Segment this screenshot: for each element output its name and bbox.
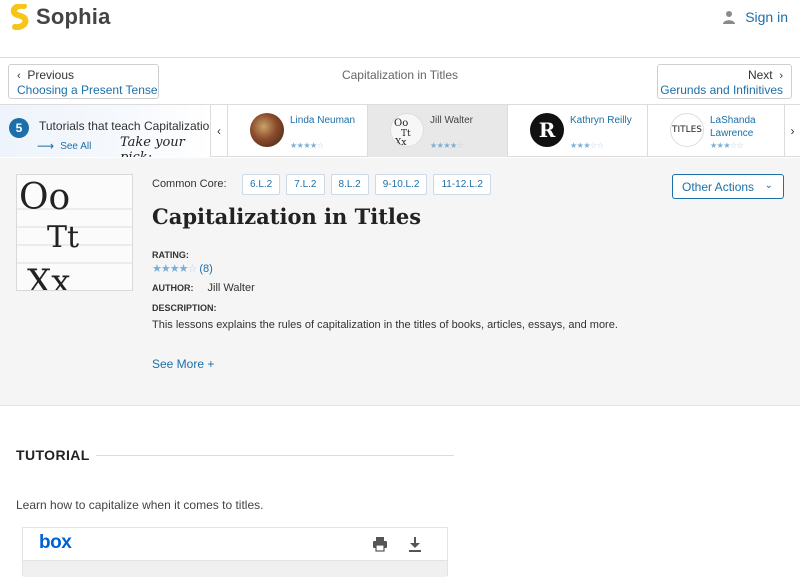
- carousel-card[interactable]: TITLES LaShanda Lawrence ★★★☆☆: [648, 105, 784, 157]
- user-icon: [723, 11, 736, 24]
- description-text: This lessons explains the rules of capit…: [152, 319, 618, 331]
- chevron-left-icon: ‹: [217, 124, 221, 138]
- rating-count-link[interactable]: (8): [199, 263, 212, 275]
- svg-text:Oo: Oo: [394, 118, 408, 129]
- chevron-right-icon: ›: [779, 70, 783, 82]
- star-rating: ★★★☆☆: [570, 141, 604, 150]
- author-row: AUTHOR: Jill Walter: [152, 282, 255, 294]
- star-rating: ★★★★☆: [152, 263, 197, 275]
- sign-in-label: Sign in: [745, 9, 788, 25]
- svg-text:Xx: Xx: [395, 138, 406, 147]
- page-title: Capitalization in Titles: [152, 204, 422, 229]
- see-all-label: See All: [60, 140, 92, 152]
- card-author-name: Kathryn Reilly: [570, 115, 632, 126]
- sophia-logo[interactable]: Sophia: [9, 4, 111, 30]
- carousel-card[interactable]: Linda Neuman ★★★★☆: [228, 105, 368, 157]
- take-your-pick-text: Take your pick:: [120, 135, 185, 157]
- other-actions-button[interactable]: Other Actions ⌄: [672, 174, 784, 199]
- next-button[interactable]: Next › Gerunds and Infinitives: [657, 64, 792, 99]
- titles-thumbnail-text: TITLES: [671, 125, 703, 135]
- author-avatar: Oo Tt Xx: [390, 113, 424, 147]
- brand-name: Sophia: [36, 4, 111, 29]
- see-all-link[interactable]: ⟶ See All: [37, 139, 91, 153]
- site-header: Sophia Sign in: [0, 0, 800, 36]
- tutorial-count-badge: 5: [9, 118, 29, 138]
- see-more-link[interactable]: See More +: [152, 357, 214, 371]
- box-logo: box: [39, 532, 72, 553]
- document-viewer: box: [22, 527, 448, 577]
- carousel-card-selected[interactable]: Oo Tt Xx Jill Walter ★★★★☆: [368, 105, 508, 157]
- tutorial-thumbnail: Oo Tt Xx: [16, 174, 133, 291]
- chevron-down-icon: ⌄: [764, 180, 773, 191]
- author-avatar: TITLES: [670, 113, 704, 147]
- tutorial-nav-row: ‹ Previous Choosing a Present Tense Capi…: [0, 57, 800, 104]
- viewer-content[interactable]: [23, 561, 447, 577]
- carousel-intro-text: Tutorials that teach Capitalizatio: [39, 119, 210, 133]
- arrow-right-icon: ⟶: [37, 139, 55, 153]
- author-label: AUTHOR:: [152, 283, 194, 293]
- carousel-prev-button[interactable]: ‹: [210, 105, 228, 157]
- rating-row: ★★★★☆ (8): [152, 262, 213, 276]
- sign-in-link[interactable]: Sign in: [722, 9, 788, 25]
- star-rating: ★★★☆☆: [710, 141, 744, 150]
- print-icon[interactable]: [372, 536, 388, 552]
- common-core-label: Common Core:: [152, 178, 227, 190]
- star-rating: ★★★★☆: [290, 141, 324, 150]
- author-avatar: [250, 113, 284, 147]
- carousel-card[interactable]: R Kathryn Reilly ★★★☆☆: [508, 105, 648, 157]
- rating-label: RATING:: [152, 250, 189, 260]
- author-avatar: R: [530, 113, 564, 147]
- download-icon[interactable]: [407, 536, 423, 552]
- svg-text:Oo: Oo: [19, 177, 70, 218]
- carousel-next-button[interactable]: ›: [784, 105, 800, 157]
- capitalization-thumbnail-icon: Oo Tt Xx: [394, 118, 411, 147]
- standard-tag[interactable]: 11-12.L.2: [433, 174, 491, 195]
- next-title: Gerunds and Infinitives: [660, 83, 783, 97]
- tutorials-carousel: 5 Tutorials that teach Capitalizatio ⟶ S…: [0, 104, 800, 157]
- carousel-intro: 5 Tutorials that teach Capitalizatio ⟶ S…: [0, 105, 210, 157]
- standard-tag[interactable]: 6.L.2: [242, 174, 281, 195]
- svg-text:Tt: Tt: [47, 220, 79, 255]
- svg-text:Xx: Xx: [27, 262, 70, 291]
- standard-tag[interactable]: 9-10.L.2: [374, 174, 428, 195]
- other-actions-label: Other Actions: [682, 180, 755, 194]
- previous-title: Choosing a Present Tense: [17, 83, 158, 97]
- author-name: Jill Walter: [207, 282, 255, 294]
- tutorial-description: Learn how to capitalize when it comes to…: [16, 498, 264, 512]
- chevron-right-icon: ›: [790, 124, 795, 138]
- next-label: Next: [747, 68, 773, 82]
- letter-r-thumbnail: R: [538, 118, 556, 142]
- standard-tag[interactable]: 7.L.2: [286, 174, 325, 195]
- sophia-logo-icon: [10, 4, 29, 30]
- card-author-name: Linda Neuman: [290, 115, 356, 126]
- card-author-name: LaShanda Lawrence: [710, 115, 756, 139]
- common-core-standards: 6.L.2 7.L.2 8.L.2 9-10.L.2 11-12.L.2: [242, 174, 497, 195]
- card-author-name: Jill Walter: [430, 115, 473, 126]
- standard-tag[interactable]: 8.L.2: [330, 174, 369, 195]
- tutorial-divider: [96, 455, 454, 456]
- star-rating: ★★★★☆: [430, 141, 464, 150]
- viewer-toolbar: box: [23, 528, 447, 561]
- description-label: DESCRIPTION:: [152, 303, 217, 313]
- tutorial-detail: Oo Tt Xx Common Core: 6.L.2 7.L.2 8.L.2 …: [0, 158, 800, 406]
- capitalization-thumbnail-image: Oo Tt Xx: [17, 175, 132, 291]
- tutorial-heading: TUTORIAL: [16, 447, 90, 463]
